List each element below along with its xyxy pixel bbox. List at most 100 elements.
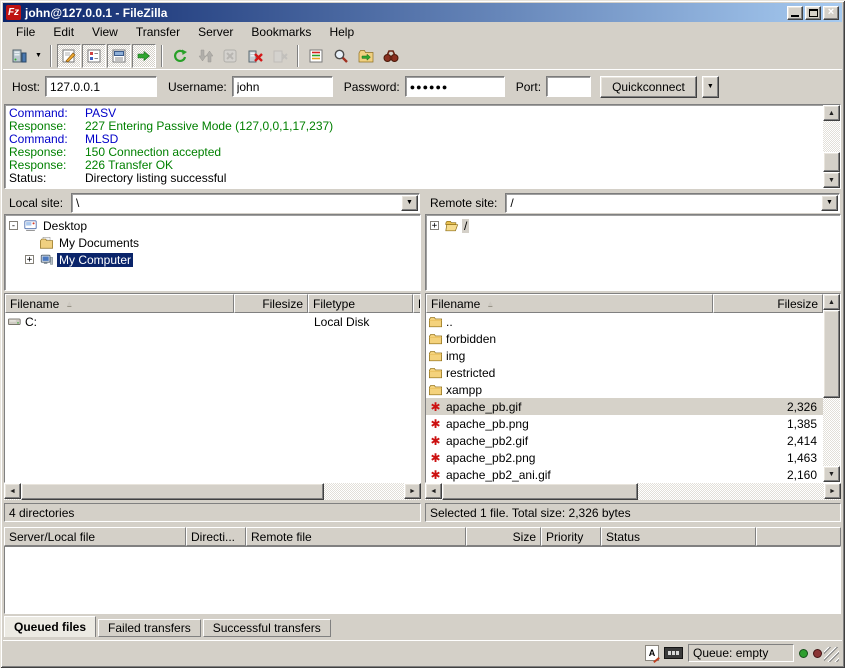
file-row[interactable]: ✱apache_pb.gif2,326	[426, 398, 823, 415]
scrollbar-thumb[interactable]	[823, 310, 840, 398]
file-row[interactable]: restricted	[426, 364, 823, 381]
menu-view[interactable]: View	[83, 22, 127, 42]
toggle-message-log-button[interactable]	[57, 44, 81, 68]
file-row[interactable]: ..	[426, 313, 823, 330]
toggle-local-tree-button[interactable]	[82, 44, 106, 68]
menu-file[interactable]: File	[7, 22, 44, 42]
scroll-left-icon[interactable]: ◄	[425, 483, 442, 499]
file-row[interactable]: ✱apache_pb2.gif2,414	[426, 432, 823, 449]
message-log-lines: Command:PASVResponse:227 Entering Passiv…	[9, 107, 820, 186]
ascii-data-type-icon: A	[645, 645, 659, 661]
column-header-status[interactable]: Status	[601, 527, 756, 546]
scroll-up-icon[interactable]: ▲	[823, 105, 840, 121]
host-input[interactable]	[45, 76, 157, 97]
expand-icon[interactable]: +	[25, 255, 34, 264]
message-log-scrollbar[interactable]: ▲ ▼	[823, 105, 840, 188]
password-input[interactable]	[405, 76, 505, 97]
file-row[interactable]: img	[426, 347, 823, 364]
remote-vertical-scrollbar[interactable]: ▲ ▼	[823, 294, 840, 482]
close-button[interactable]: ×	[823, 6, 839, 20]
tree-item[interactable]: -Desktop	[5, 217, 420, 234]
tree-item[interactable]: My Documents	[5, 234, 420, 251]
toggle-remote-tree-icon	[111, 48, 127, 64]
toolbar-separator	[297, 45, 299, 67]
disconnect-button[interactable]	[243, 44, 267, 68]
refresh-button[interactable]	[168, 44, 192, 68]
remote-site-label: Remote site:	[427, 194, 500, 212]
collapse-icon[interactable]: -	[9, 221, 18, 230]
minimize-icon	[791, 15, 799, 17]
local-horizontal-scrollbar[interactable]: ◄ ►	[4, 483, 421, 500]
tab-failed-transfers[interactable]: Failed transfers	[98, 619, 201, 637]
file-row[interactable]: ✱apache_pb2_ani.gif2,160	[426, 466, 823, 482]
process-queue-button[interactable]	[193, 44, 217, 68]
file-name-cell: ..	[426, 315, 715, 329]
username-input[interactable]	[232, 76, 333, 97]
tab-queued-files[interactable]: Queued files	[4, 616, 96, 637]
menu-edit[interactable]: Edit	[44, 22, 83, 42]
cancel-operation-button[interactable]	[218, 44, 242, 68]
scrollbar-thumb[interactable]	[823, 152, 840, 172]
log-line-text: Directory listing successful	[85, 172, 226, 185]
resize-grip[interactable]	[824, 647, 839, 662]
quickconnect-dropdown-button[interactable]: ▼	[702, 76, 719, 98]
open-site-manager-dropdown-button[interactable]: ▼	[32, 44, 45, 68]
maximize-button[interactable]	[805, 6, 821, 20]
synchronized-browsing-button[interactable]	[379, 44, 403, 68]
toggle-remote-tree-button[interactable]	[107, 44, 131, 68]
port-input[interactable]	[546, 76, 591, 97]
desktop-icon	[23, 219, 38, 233]
column-header-filesize[interactable]: Filesize	[234, 294, 308, 313]
scroll-down-icon[interactable]: ▼	[823, 466, 840, 482]
column-header-server-local-file[interactable]: Server/Local file	[4, 527, 186, 546]
toggle-transfer-queue-button[interactable]	[132, 44, 156, 68]
tab-successful-transfers[interactable]: Successful transfers	[203, 619, 331, 637]
filter-button[interactable]	[304, 44, 328, 68]
file-row[interactable]: forbidden	[426, 330, 823, 347]
column-header-directi-[interactable]: Directi...	[186, 527, 246, 546]
remote-site-combobox[interactable]: / ▼	[505, 193, 840, 213]
column-header-filesize[interactable]: Filesize	[713, 294, 823, 313]
column-header-priority[interactable]: Priority	[541, 527, 601, 546]
menu-bookmarks[interactable]: Bookmarks	[242, 22, 320, 42]
open-site-manager-button[interactable]	[7, 44, 31, 68]
column-header-filetype[interactable]: Filetype	[308, 294, 413, 313]
synchronized-browsing-icon	[383, 48, 399, 64]
scrollbar-thumb[interactable]	[442, 483, 638, 500]
column-header-remote-file[interactable]: Remote file	[246, 527, 466, 546]
scrollbar-thumb[interactable]	[21, 483, 324, 500]
speed-limit-icon	[664, 647, 683, 659]
chevron-down-icon[interactable]: ▼	[401, 195, 418, 211]
folder-icon	[428, 366, 443, 380]
tree-item[interactable]: +/	[426, 217, 840, 234]
file-search-button[interactable]	[329, 44, 353, 68]
file-row[interactable]: xampp	[426, 381, 823, 398]
menu-server[interactable]: Server	[189, 22, 242, 42]
file-row[interactable]: ✱apache_pb.png1,385	[426, 415, 823, 432]
file-row[interactable]: ✱apache_pb2.png1,463	[426, 449, 823, 466]
tree-item[interactable]: +My Computer	[5, 251, 420, 268]
scroll-left-icon[interactable]: ◄	[4, 483, 21, 499]
reconnect-button[interactable]	[268, 44, 292, 68]
scroll-right-icon[interactable]: ►	[404, 483, 421, 499]
chevron-down-icon[interactable]: ▼	[821, 195, 838, 211]
file-size-cell: 2,326	[715, 400, 823, 414]
menu-transfer[interactable]: Transfer	[127, 22, 189, 42]
scroll-right-icon[interactable]: ►	[824, 483, 841, 499]
column-header-filename[interactable]: Filename▲	[5, 294, 234, 313]
scroll-up-icon[interactable]: ▲	[823, 294, 840, 310]
quickconnect-button[interactable]: Quickconnect	[600, 76, 697, 98]
directory-comparison-button[interactable]	[354, 44, 378, 68]
column-header-filename[interactable]: Filename▲	[426, 294, 713, 313]
scroll-down-icon[interactable]: ▼	[823, 172, 840, 188]
file-row[interactable]: C:Local Disk	[5, 313, 420, 330]
minimize-button[interactable]	[787, 6, 803, 20]
column-header-l[interactable]: L	[413, 294, 421, 313]
remote-horizontal-scrollbar[interactable]: ◄ ►	[425, 483, 841, 500]
toggle-local-tree-icon	[86, 48, 102, 64]
menu-help[interactable]: Help	[320, 22, 363, 42]
process-queue-icon	[197, 48, 213, 64]
expand-icon[interactable]: +	[430, 221, 439, 230]
column-header-size[interactable]: Size	[466, 527, 541, 546]
local-site-combobox[interactable]: \ ▼	[71, 193, 420, 213]
